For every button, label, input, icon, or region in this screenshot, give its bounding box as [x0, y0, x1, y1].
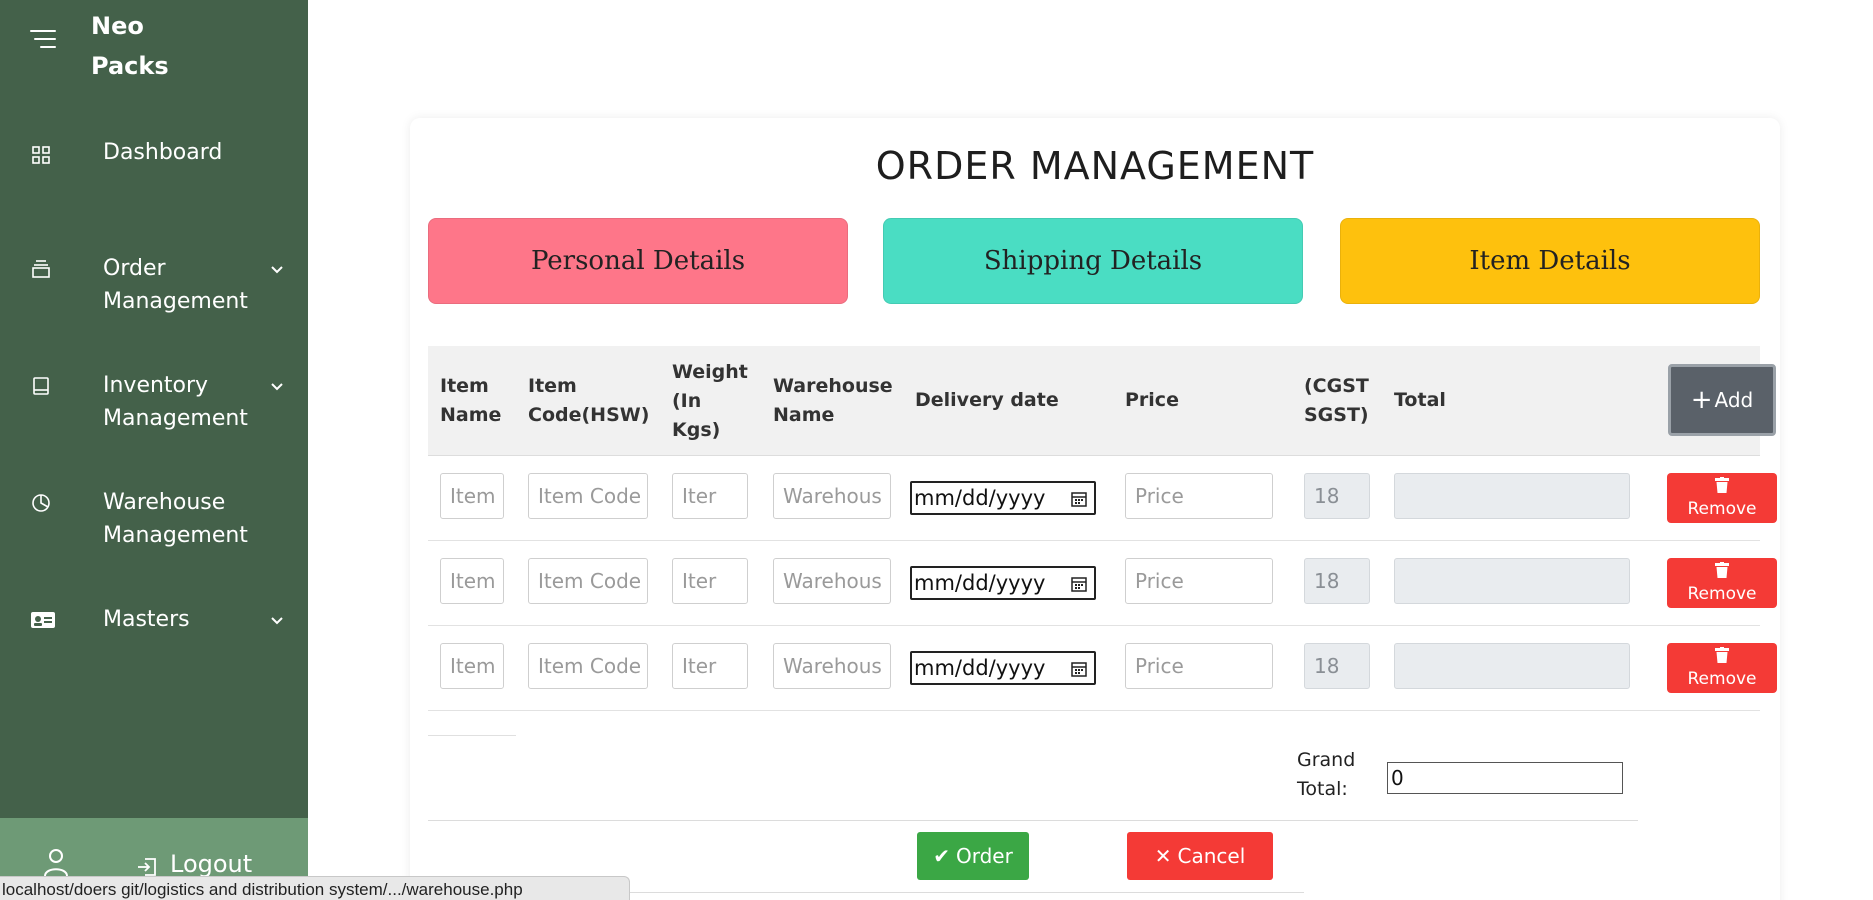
add-row-button[interactable]: + Add — [1668, 364, 1776, 436]
sidebar-item-label: Order Management — [103, 256, 248, 314]
step-personal-details[interactable]: Personal Details — [428, 218, 848, 304]
plus-icon: + — [1690, 385, 1713, 415]
order-button[interactable]: ✔ Order — [917, 832, 1029, 880]
date-placeholder: mm/dd/yyyy — [914, 486, 1046, 510]
item-code-input[interactable]: Item Code — [528, 643, 648, 689]
sidebar-item-order-management[interactable]: Order Management — [0, 252, 308, 318]
check-icon: ✔ — [933, 844, 950, 868]
sidebar-item-label: Dashboard — [103, 140, 223, 165]
remove-label: Remove — [1687, 584, 1757, 604]
order-card: ORDER MANAGEMENT Personal Details Shippi… — [410, 118, 1780, 900]
status-bar-url: localhost/doers git/logistics and distri… — [0, 876, 630, 900]
grid-icon — [32, 146, 50, 164]
weight-input[interactable]: Iter — [672, 643, 748, 689]
brand-name: Neo Packs — [91, 12, 169, 80]
divider — [428, 820, 1638, 821]
remove-row-button[interactable]: Remove — [1667, 558, 1777, 608]
header-price: Price — [1125, 389, 1179, 411]
step-shipping-details[interactable]: Shipping Details — [883, 218, 1303, 304]
warehouse-input[interactable]: Warehous — [773, 473, 891, 519]
chevron-down-icon — [271, 266, 283, 274]
header-item-code: Item Code(HSW) — [528, 375, 650, 426]
weight-input[interactable]: Iter — [672, 558, 748, 604]
header-tax: (CGST SGST) — [1304, 375, 1369, 426]
cancel-label: Cancel — [1177, 844, 1246, 868]
book-icon — [33, 377, 49, 395]
close-icon: ✕ — [1154, 844, 1172, 868]
sidebar-item-warehouse-management[interactable]: Warehouse Management — [0, 486, 308, 552]
sidebar-item-masters[interactable]: Masters — [0, 603, 308, 637]
sidebar-item-label: Masters — [103, 607, 190, 632]
item-code-input[interactable]: Item Code — [528, 473, 648, 519]
header-weight: Weight (In Kgs) — [672, 361, 748, 441]
header-warehouse-name: Warehouse Name — [773, 375, 893, 426]
menu-toggle-icon[interactable] — [28, 30, 56, 52]
delivery-date-input[interactable]: mm/dd/yyyy — [910, 651, 1096, 685]
grand-total-label: Grand Total: — [1297, 749, 1356, 800]
delivery-date-input[interactable]: mm/dd/yyyy — [910, 566, 1096, 600]
user-icon — [44, 849, 68, 877]
table-row: Item Item Code Iter Warehous mm/dd/yyyy … — [428, 542, 1777, 626]
header-item-name: Item Name — [440, 375, 502, 426]
remove-label: Remove — [1687, 499, 1757, 519]
date-placeholder: mm/dd/yyyy — [914, 656, 1046, 680]
grand-total-input[interactable]: 0 — [1387, 762, 1623, 794]
trash-icon — [1715, 647, 1729, 663]
sidebar-item-label: Inventory Management — [103, 373, 248, 431]
item-name-input[interactable]: Item — [440, 558, 504, 604]
sidebar: Neo Packs Dashboard Order Management Inv… — [0, 0, 308, 900]
tax-input: 18 — [1304, 643, 1370, 689]
warehouse-input[interactable]: Warehous — [773, 643, 891, 689]
id-card-icon — [31, 612, 55, 628]
order-label: Order — [955, 844, 1013, 868]
brand-header: Neo Packs — [0, 0, 308, 84]
remove-label: Remove — [1687, 669, 1757, 689]
sidebar-item-label: Warehouse Management — [103, 490, 248, 548]
logout-icon — [138, 858, 156, 876]
date-placeholder: mm/dd/yyyy — [914, 571, 1046, 595]
divider — [428, 735, 516, 736]
trash-icon — [1715, 477, 1729, 493]
page-title: ORDER MANAGEMENT — [875, 144, 1315, 188]
tax-input: 18 — [1304, 558, 1370, 604]
total-input — [1394, 473, 1630, 519]
header-total: Total — [1394, 389, 1446, 411]
total-input — [1394, 643, 1630, 689]
table-header: Item Name Item Code(HSW) Weight (In Kgs)… — [428, 346, 1776, 456]
remove-row-button[interactable]: Remove — [1667, 643, 1777, 693]
calendar-icon[interactable] — [1070, 490, 1088, 508]
layers-icon — [32, 260, 50, 278]
item-name-input[interactable]: Item — [440, 643, 504, 689]
logout-label: Logout — [170, 850, 253, 878]
total-input — [1394, 558, 1630, 604]
price-input[interactable]: Price — [1125, 473, 1273, 519]
table-row: Item Item Code Iter Warehous mm/dd/yyyy … — [428, 457, 1777, 541]
item-code-input[interactable]: Item Code — [528, 558, 648, 604]
item-name-input[interactable]: Item — [440, 473, 504, 519]
header-delivery-date: Delivery date — [915, 389, 1059, 411]
price-input[interactable]: Price — [1125, 558, 1273, 604]
remove-row-button[interactable]: Remove — [1667, 473, 1777, 523]
calendar-icon[interactable] — [1070, 575, 1088, 593]
pie-chart-icon — [32, 494, 50, 512]
table-row: Item Item Code Iter Warehous mm/dd/yyyy … — [428, 627, 1777, 711]
step-item-details[interactable]: Item Details — [1340, 218, 1760, 304]
cancel-button[interactable]: ✕ Cancel — [1127, 832, 1273, 880]
warehouse-input[interactable]: Warehous — [773, 558, 891, 604]
sidebar-item-inventory-management[interactable]: Inventory Management — [0, 369, 308, 435]
trash-icon — [1715, 562, 1729, 578]
tax-input: 18 — [1304, 473, 1370, 519]
chevron-down-icon — [271, 383, 283, 391]
weight-input[interactable]: Iter — [672, 473, 748, 519]
price-input[interactable]: Price — [1125, 643, 1273, 689]
sidebar-item-dashboard[interactable]: Dashboard — [0, 136, 308, 170]
chevron-down-icon — [271, 617, 283, 625]
calendar-icon[interactable] — [1070, 660, 1088, 678]
delivery-date-input[interactable]: mm/dd/yyyy — [910, 481, 1096, 515]
add-label: Add — [1714, 388, 1754, 412]
